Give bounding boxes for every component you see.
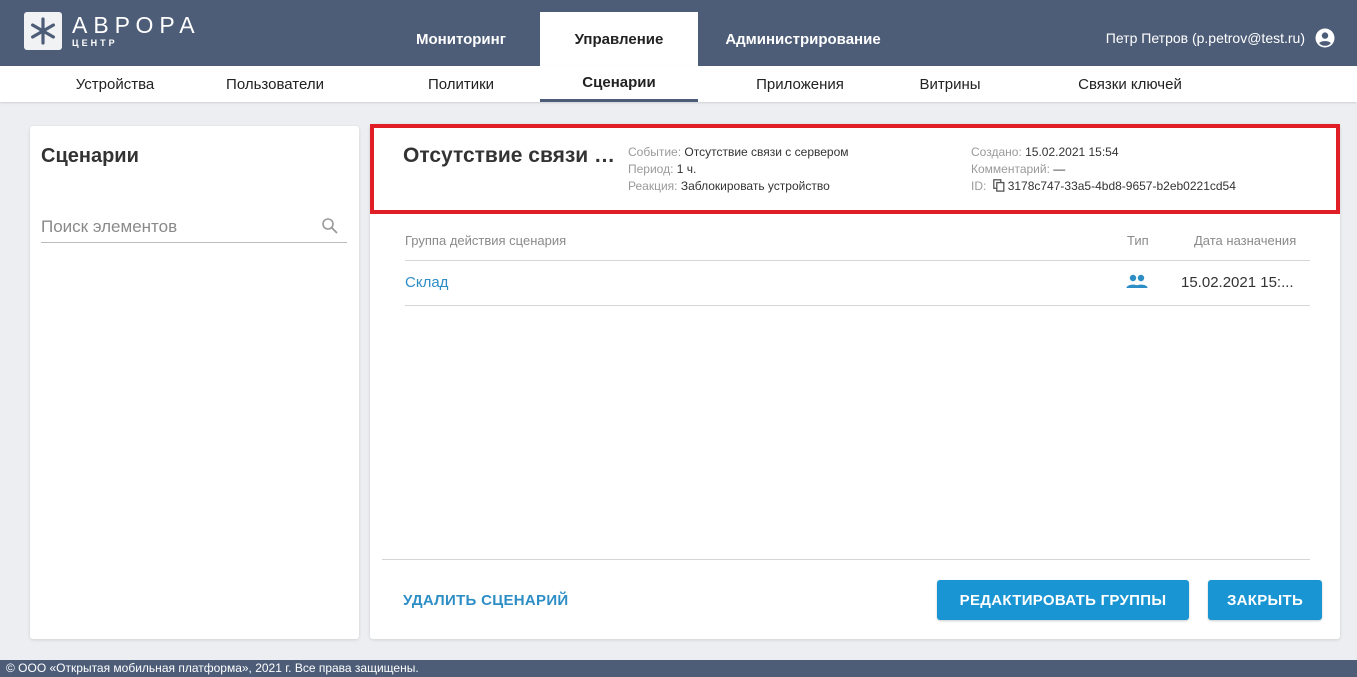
subnav-showcases[interactable]: Витрины [895,66,1005,102]
user-name: Петр Петров (p.petrov@test.ru) [1105,30,1305,46]
tab-administration[interactable]: Администрирование [698,12,908,66]
edit-groups-button[interactable]: РЕДАКТИРОВАТЬ ГРУППЫ [937,580,1189,620]
subnav-users[interactable]: Пользователи [195,66,355,102]
table-row-divider [405,305,1310,306]
created-value: 15.02.2021 15:54 [1025,145,1119,159]
table-header-divider [405,260,1310,261]
scenario-meta-info: Создано: 15.02.2021 15:54 Комментарий: —… [971,144,1236,195]
period-value: 1 ч. [676,162,697,176]
top-bar: АВРОРА ЦЕНТР Мониторинг Управление Админ… [0,0,1357,66]
brand-name: АВРОРА [72,12,201,38]
scenario-title: Отсутствие связи с сервером [403,144,623,167]
column-header-group[interactable]: Группа действия сценария [405,233,566,248]
tab-monitoring[interactable]: Мониторинг [382,12,540,66]
period-label: Период: [628,162,674,176]
id-value: 3178c747-33a5-4bd8-9657-b2eb0221cd54 [1007,179,1236,193]
subnav-devices[interactable]: Устройства [40,66,190,102]
group-icon [1126,274,1148,288]
reaction-label: Реакция: [628,179,678,193]
event-value: Отсутствие связи с сервером [684,145,849,159]
brand-logo[interactable]: АВРОРА ЦЕНТР [24,12,201,50]
brand-subtitle: ЦЕНТР [72,38,118,48]
user-menu[interactable]: Петр Петров (p.petrov@test.ru) [1106,28,1335,48]
scenario-meta-event: Событие: Отсутствие связи с сервером Пер… [628,144,849,195]
created-label: Создано: [971,145,1022,159]
tab-management[interactable]: Управление [540,12,698,66]
panel-title: Сценарии [41,145,139,167]
close-button[interactable]: ЗАКРЫТЬ [1208,580,1322,620]
subnav-scenarios[interactable]: Сценарии [540,66,698,102]
scenario-detail-panel: Отсутствие связи с сервером Событие: Отс… [370,124,1340,639]
scenarios-list-panel: Сценарии [30,126,359,639]
aurora-logo-icon [24,12,62,50]
delete-scenario-button[interactable]: УДАЛИТЬ СЦЕНАРИЙ [403,592,569,609]
subnav-applications[interactable]: Приложения [710,66,890,102]
id-label: ID: [971,179,987,193]
account-circle-icon [1315,28,1335,48]
comment-value: — [1053,162,1066,176]
search-icon[interactable] [321,217,339,235]
main-tabs: Мониторинг Управление Администрирование [382,12,908,66]
reaction-value: Заблокировать устройство [680,179,830,193]
column-header-type[interactable]: Тип [1127,233,1149,248]
event-label: Событие: [628,145,682,159]
footer-copyright: © ООО «Открытая мобильная платформа», 20… [0,660,1357,677]
sub-navigation: Устройства Пользователи Политики Сценари… [0,66,1357,102]
column-header-date[interactable]: Дата назначения [1194,233,1296,248]
subnav-keychains[interactable]: Связки ключей [1060,66,1200,102]
search-field [41,214,347,243]
subnav-policies[interactable]: Политики [382,66,540,102]
search-input[interactable] [41,214,311,240]
copy-icon[interactable] [992,179,1005,192]
comment-label: Комментарий: [971,162,1050,176]
footer-divider [382,559,1310,560]
group-link-warehouse[interactable]: Склад [405,274,448,291]
assignment-date: 15.02.2021 15:... [1181,274,1294,291]
